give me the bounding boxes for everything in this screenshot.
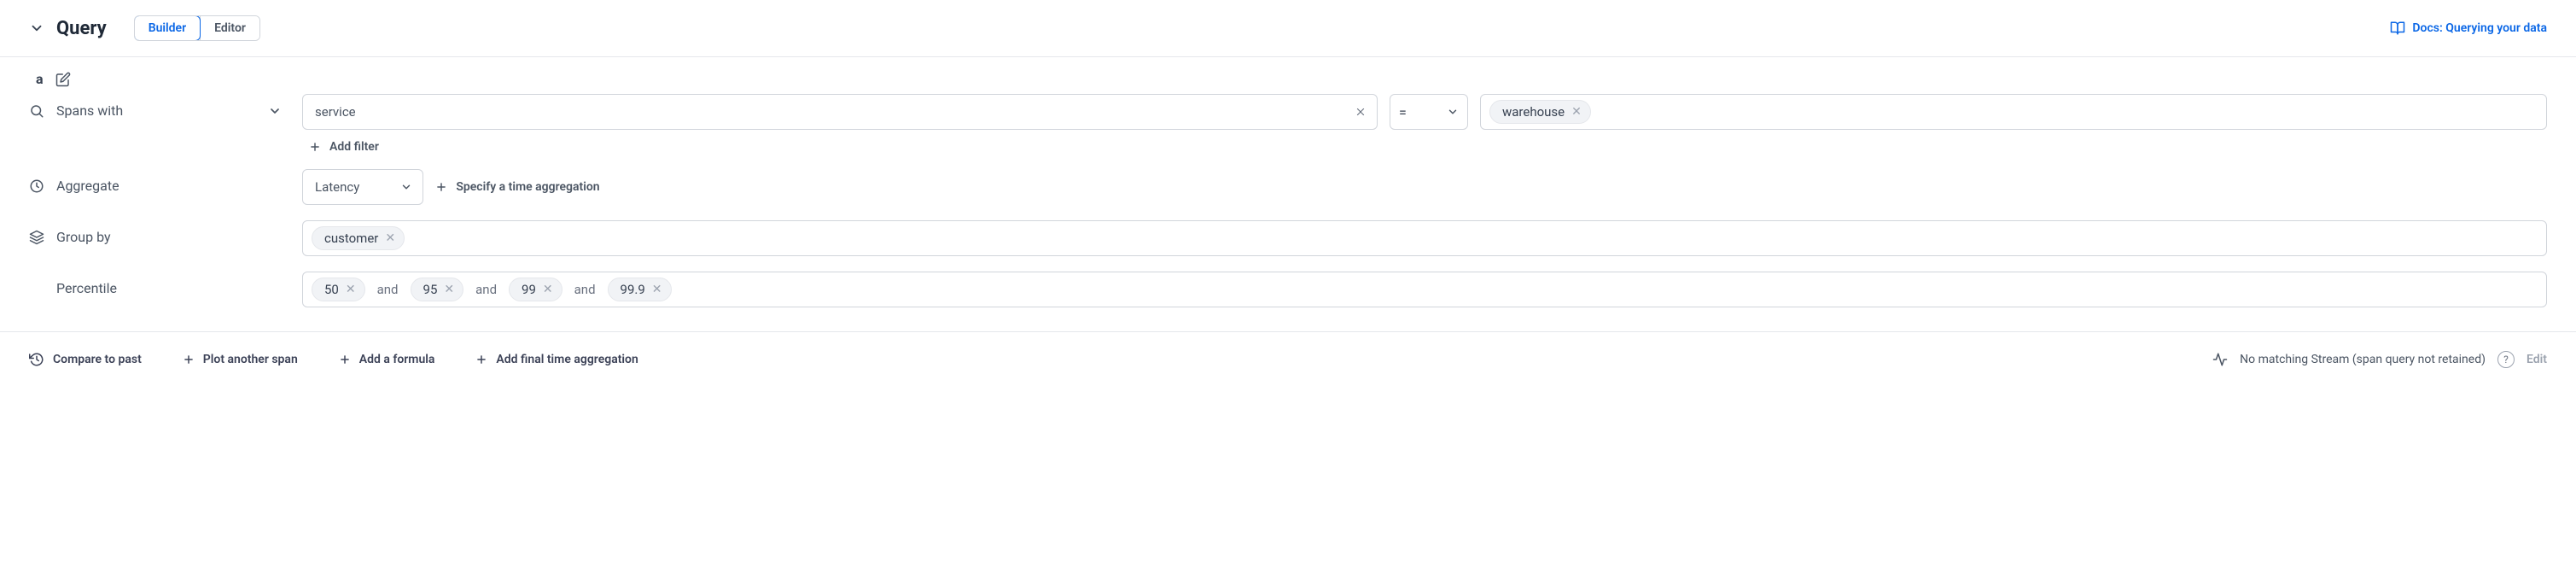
edit-stream-button[interactable]: Edit [2526, 353, 2547, 366]
docs-link[interactable]: Docs: Querying your data [2390, 20, 2547, 36]
operator-value: = [1399, 104, 1407, 120]
remove-tag-button[interactable]: ✕ [385, 232, 395, 244]
history-icon [29, 352, 44, 367]
aggregate-value: Latency [315, 179, 359, 195]
groupby-label: Group by [56, 229, 111, 245]
percentile-label: Percentile [56, 280, 117, 296]
tag: 99 ✕ [509, 278, 562, 301]
compare-to-past-button[interactable]: Compare to past [29, 352, 142, 367]
compare-label: Compare to past [53, 353, 142, 366]
layers-icon [29, 230, 44, 245]
value-tags-input[interactable]: warehouse ✕ [1480, 94, 2547, 130]
tag-label: 99 [522, 282, 536, 297]
plot-another-label: Plot another span [203, 353, 298, 366]
field-input[interactable]: service [302, 94, 1378, 130]
tag-label: 99.9 [621, 282, 645, 297]
collapse-icon[interactable] [29, 20, 44, 36]
tag-label: customer [324, 231, 378, 246]
activity-icon [2212, 352, 2228, 367]
tag: 99.9 ✕ [608, 278, 672, 301]
operator-select[interactable]: = [1390, 94, 1468, 130]
percentile-tags-input[interactable]: 50 ✕ and 95 ✕ and 99 ✕ and 99.9 ✕ [302, 272, 2547, 307]
clock-icon [29, 178, 44, 194]
stream-status-text: No matching Stream (span query not retai… [2240, 353, 2486, 366]
remove-tag-button[interactable]: ✕ [444, 284, 454, 295]
mode-builder-tab[interactable]: Builder [134, 15, 201, 41]
specify-time-aggregation-button[interactable]: Specify a time aggregation [435, 180, 599, 194]
book-icon [2390, 20, 2405, 36]
percentile-separator: and [470, 282, 502, 297]
aggregate-select[interactable]: Latency [302, 169, 423, 205]
tag: customer ✕ [312, 226, 405, 250]
mode-toggle: Builder Editor [134, 15, 260, 41]
add-final-agg-label: Add final time aggregation [496, 353, 638, 366]
tag-label: 95 [423, 282, 438, 297]
add-formula-label: Add a formula [359, 353, 435, 366]
tag-label: 50 [324, 282, 339, 297]
query-letter: a [36, 71, 44, 87]
help-icon[interactable]: ? [2497, 351, 2515, 368]
aggregate-label: Aggregate [56, 178, 119, 194]
spans-with-label: Spans with [56, 102, 123, 119]
docs-link-label: Docs: Querying your data [2412, 21, 2547, 35]
spans-with-dropdown[interactable] [268, 104, 302, 118]
page-title: Query [56, 18, 107, 39]
mode-editor-tab[interactable]: Editor [200, 16, 259, 40]
tag: warehouse ✕ [1489, 100, 1591, 124]
add-filter-label: Add filter [329, 140, 379, 154]
plot-another-span-button[interactable]: Plot another span [183, 353, 298, 366]
rename-query-button[interactable] [55, 72, 71, 87]
query-header: Query Builder Editor Docs: Querying your… [0, 0, 2576, 57]
add-filter-button[interactable]: Add filter [302, 140, 2547, 154]
percentile-separator: and [372, 282, 404, 297]
remove-tag-button[interactable]: ✕ [543, 284, 553, 295]
field-value: service [315, 104, 356, 120]
remove-tag-button[interactable]: ✕ [346, 284, 356, 295]
percentile-separator: and [569, 282, 601, 297]
clear-field-button[interactable] [1351, 102, 1370, 121]
tag-label: warehouse [1502, 104, 1565, 120]
remove-tag-button[interactable]: ✕ [1571, 106, 1582, 118]
query-footer: Compare to past Plot another span Add a … [0, 331, 2576, 387]
groupby-tags-input[interactable]: customer ✕ [302, 220, 2547, 256]
remove-tag-button[interactable]: ✕ [652, 284, 662, 295]
tag: 50 ✕ [312, 278, 365, 301]
search-icon [29, 103, 44, 119]
add-formula-button[interactable]: Add a formula [339, 353, 435, 366]
add-final-aggregation-button[interactable]: Add final time aggregation [475, 353, 638, 366]
specify-time-aggregation-label: Specify a time aggregation [456, 180, 599, 194]
tag: 95 ✕ [411, 278, 464, 301]
